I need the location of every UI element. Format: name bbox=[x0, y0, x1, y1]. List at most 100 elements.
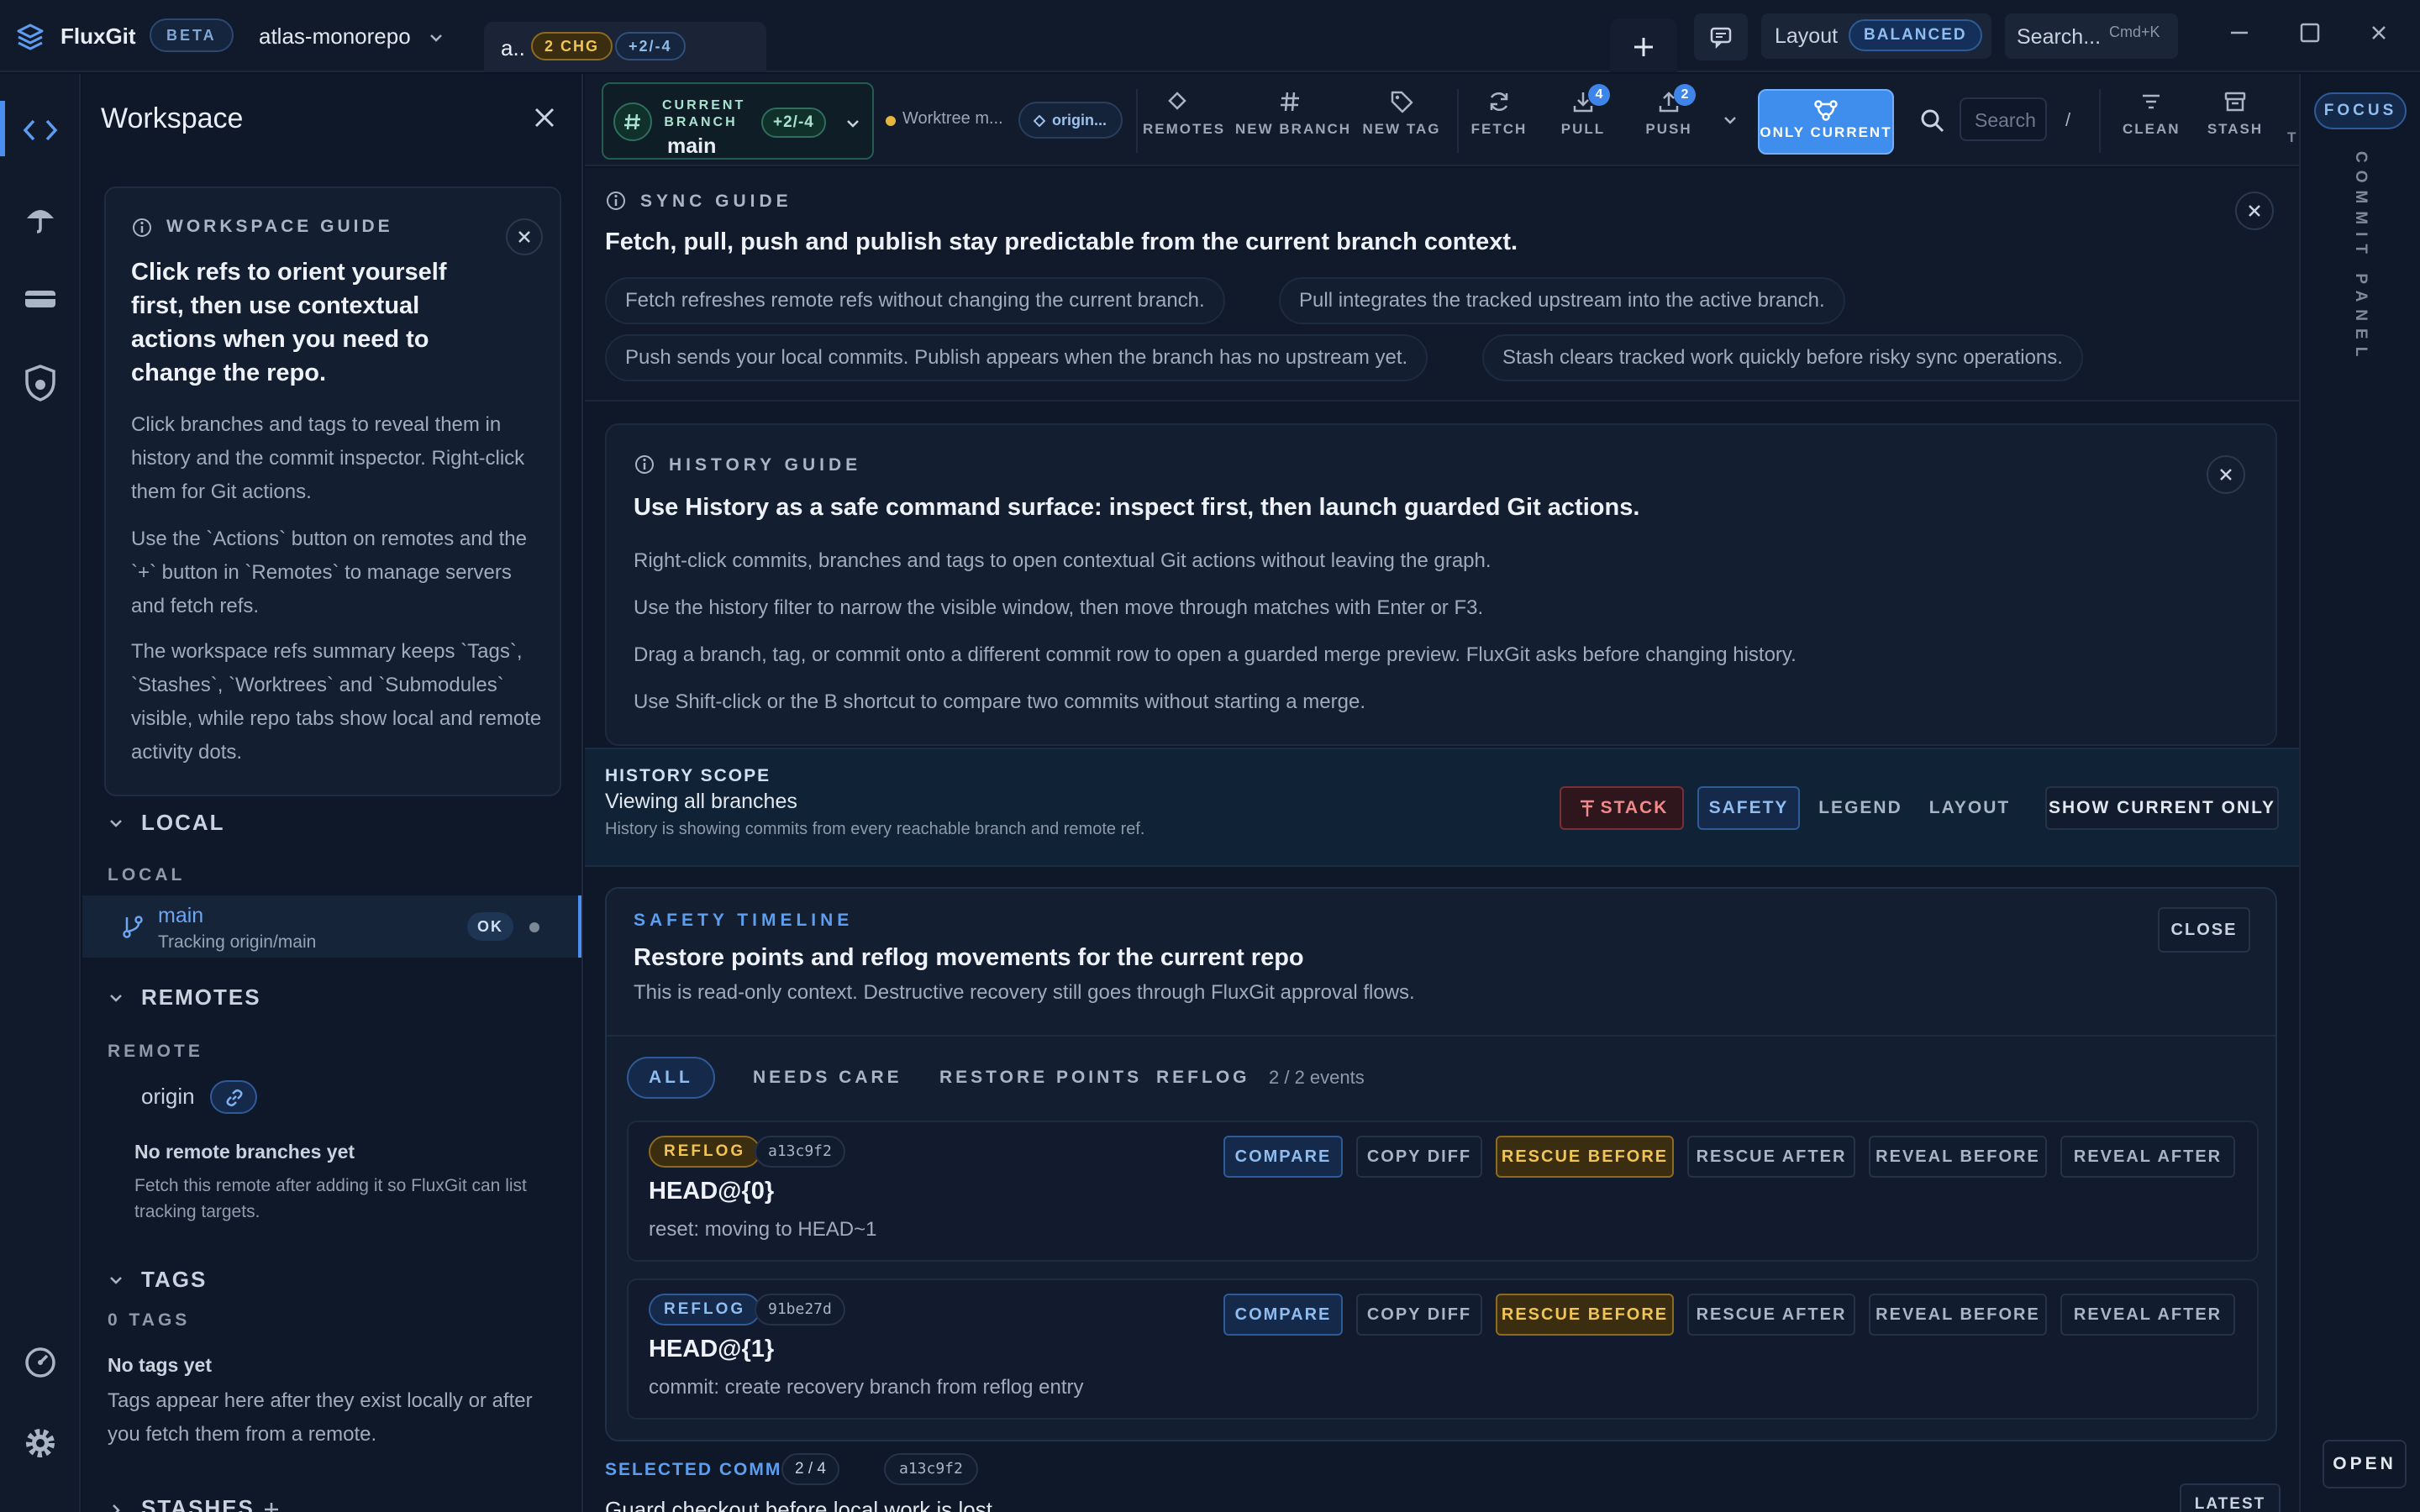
guide-close-button[interactable] bbox=[506, 218, 543, 255]
global-search[interactable]: Search... Cmd+K bbox=[2005, 13, 2178, 59]
compare-button[interactable]: COMPARE bbox=[1223, 1294, 1343, 1336]
stack-icon bbox=[1578, 798, 1597, 818]
section-remotes[interactable]: REMOTES bbox=[141, 984, 261, 1011]
rescue-after-button[interactable]: RESCUE AFTER bbox=[1687, 1294, 1855, 1336]
pull-button[interactable]: 4 PULL bbox=[1556, 84, 1610, 156]
legend-button[interactable]: LEGEND bbox=[1812, 786, 1909, 830]
remotes-button[interactable]: REMOTES bbox=[1143, 89, 1226, 156]
repo-tab[interactable]: a.. 2 CHG +2/-4 bbox=[484, 22, 766, 72]
selected-commit-position: 2 / 4 bbox=[781, 1453, 839, 1485]
section-local[interactable]: LOCAL bbox=[141, 810, 225, 836]
section-stashes[interactable]: STASHES bbox=[141, 1495, 255, 1512]
focus-button[interactable]: FOCUS bbox=[2314, 92, 2407, 129]
minimize-icon[interactable] bbox=[2227, 20, 2252, 45]
only-current-button[interactable]: ONLY CURRENT bbox=[1758, 89, 1894, 155]
history-search-input[interactable]: Search bbox=[1960, 97, 2047, 141]
event-title: HEAD@{1} bbox=[649, 1336, 775, 1362]
reveal-after-button[interactable]: REVEAL AFTER bbox=[2060, 1136, 2235, 1178]
workspace-sidebar: Workspace WORKSPACE GUIDE Click refs to … bbox=[82, 74, 583, 1512]
fetch-button[interactable]: FETCH bbox=[1467, 89, 1531, 156]
rescue-before-button[interactable]: RESCUE BEFORE bbox=[1496, 1136, 1674, 1178]
beta-badge: BETA bbox=[150, 18, 234, 52]
diamond-icon bbox=[1034, 115, 1045, 127]
search-shortcut: Cmd+K bbox=[2109, 24, 2160, 40]
rescue-after-button[interactable]: RESCUE AFTER bbox=[1687, 1136, 1855, 1178]
current-branch-selector[interactable]: CURRENT BRANCH main +2/-4 bbox=[602, 82, 874, 160]
compare-button[interactable]: COMPARE bbox=[1223, 1136, 1343, 1178]
show-current-only-button[interactable]: SHOW CURRENT ONLY bbox=[2045, 786, 2279, 830]
commit-panel-label[interactable]: COMMIT PANEL bbox=[2351, 151, 2370, 364]
reveal-before-button[interactable]: REVEAL BEFORE bbox=[1869, 1294, 2047, 1336]
timeline-event[interactable]: REFLOG a13c9f2 HEAD@{0} reset: moving to… bbox=[627, 1121, 2259, 1262]
chevron-right-icon[interactable] bbox=[108, 1502, 124, 1512]
layout-button[interactable]: LAYOUT bbox=[1923, 786, 2017, 830]
repo-selector[interactable]: atlas-monorepo bbox=[259, 24, 411, 50]
chevron-down-icon[interactable] bbox=[108, 1272, 124, 1289]
latest-button[interactable]: LATEST bbox=[2180, 1483, 2281, 1512]
stash-button[interactable]: STASH bbox=[2207, 89, 2264, 156]
selected-commit-hash[interactable]: a13c9f2 bbox=[884, 1453, 978, 1485]
new-tag-label: NEW TAG bbox=[1362, 121, 1441, 137]
new-branch-button[interactable]: NEW BRANCH bbox=[1235, 89, 1349, 156]
plus-icon[interactable] bbox=[262, 1500, 281, 1512]
selected-commit-heading: SELECTED COMMIT bbox=[605, 1460, 801, 1479]
push-button[interactable]: 2 PUSH bbox=[1642, 84, 1696, 156]
remotes-label: REMOTES bbox=[1143, 121, 1226, 137]
remote-empty-text: Fetch this remote after adding it so Flu… bbox=[134, 1176, 527, 1221]
push-count-badge: 2 bbox=[1674, 84, 1696, 106]
new-tab-button[interactable] bbox=[1610, 18, 1677, 72]
umbrella-icon[interactable] bbox=[22, 202, 59, 235]
gear-icon[interactable] bbox=[22, 1425, 59, 1462]
gauge-icon[interactable] bbox=[22, 1344, 59, 1381]
chat-icon bbox=[1709, 25, 1733, 49]
safety-timeline: SAFETY TIMELINE Restore points and reflo… bbox=[605, 887, 2277, 1441]
search-icon[interactable] bbox=[1919, 108, 1946, 134]
hash-icon bbox=[1235, 89, 1344, 114]
new-tag-button[interactable]: NEW TAG bbox=[1361, 89, 1442, 156]
open-panel-button[interactable]: OPEN bbox=[2323, 1440, 2407, 1488]
worktree-label[interactable]: Worktree m... bbox=[902, 109, 1003, 129]
event-count: 2 / 2 events bbox=[1269, 1067, 1365, 1088]
filter-all[interactable]: ALL bbox=[627, 1057, 715, 1099]
layout-selector[interactable]: Layout BALANCED bbox=[1761, 13, 1991, 59]
sync-tip: Stash clears tracked work quickly before… bbox=[1482, 334, 2083, 381]
card-icon[interactable] bbox=[22, 286, 59, 312]
chevron-down-icon[interactable] bbox=[108, 815, 124, 832]
current-branch-label: CURRENT BRANCH bbox=[662, 98, 746, 129]
safety-button[interactable]: SAFETY bbox=[1697, 786, 1800, 830]
chevron-down-icon[interactable] bbox=[108, 990, 124, 1006]
reveal-after-button[interactable]: REVEAL AFTER bbox=[2060, 1294, 2235, 1336]
branch-row-main[interactable]: main Tracking origin/main OK bbox=[82, 895, 581, 958]
chevron-down-icon bbox=[844, 114, 862, 133]
clean-button[interactable]: CLEAN bbox=[2123, 89, 2180, 156]
fetch-label: FETCH bbox=[1470, 121, 1528, 137]
section-tags[interactable]: TAGS bbox=[141, 1267, 207, 1293]
safety-title: Restore points and reflog movements for … bbox=[634, 944, 1304, 971]
chevron-down-icon[interactable] bbox=[1721, 111, 1739, 129]
filter-needs-care[interactable]: NEEDS CARE bbox=[731, 1057, 924, 1099]
sync-guide-close-button[interactable] bbox=[2235, 192, 2274, 230]
origin-badge[interactable]: origin... bbox=[1018, 102, 1123, 139]
toolbar-overflow-label[interactable]: T bbox=[2287, 129, 2296, 146]
safety-close-button[interactable]: CLOSE bbox=[2158, 907, 2250, 953]
history-guide-close-button[interactable] bbox=[2207, 455, 2245, 494]
close-icon[interactable] bbox=[531, 104, 558, 131]
rescue-before-button[interactable]: RESCUE BEFORE bbox=[1496, 1294, 1674, 1336]
maximize-icon[interactable] bbox=[2297, 20, 2323, 45]
guide-paragraph: Use the `Actions` button on remotes and … bbox=[131, 528, 527, 617]
remote-link-button[interactable] bbox=[210, 1080, 257, 1114]
filter-reflog[interactable]: REFLOG bbox=[1134, 1057, 1272, 1099]
shield-icon[interactable] bbox=[22, 363, 59, 403]
feedback-button[interactable] bbox=[1694, 13, 1748, 60]
filter-restore-points[interactable]: RESTORE POINTS bbox=[918, 1057, 1164, 1099]
code-icon[interactable] bbox=[22, 116, 59, 144]
stack-button[interactable]: STACK bbox=[1560, 786, 1684, 830]
activity-bar bbox=[0, 74, 81, 1512]
close-window-icon[interactable] bbox=[2366, 20, 2391, 45]
remote-origin[interactable]: origin bbox=[141, 1084, 195, 1110]
copy-diff-button[interactable]: COPY DIFF bbox=[1356, 1294, 1482, 1336]
chevron-down-icon[interactable] bbox=[427, 29, 445, 47]
timeline-event[interactable]: REFLOG 91be27d HEAD@{1} commit: create r… bbox=[627, 1278, 2259, 1420]
reveal-before-button[interactable]: REVEAL BEFORE bbox=[1869, 1136, 2047, 1178]
copy-diff-button[interactable]: COPY DIFF bbox=[1356, 1136, 1482, 1178]
